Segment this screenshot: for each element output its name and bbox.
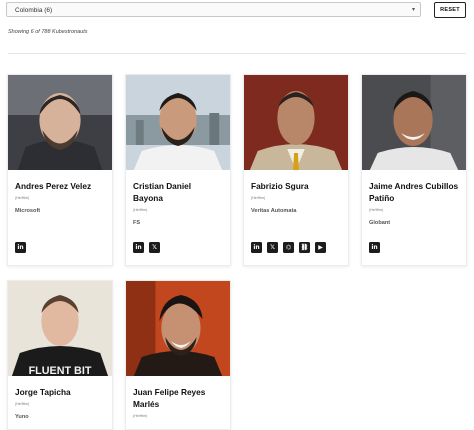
profile-photo [126, 281, 230, 376]
profile-card[interactable]: Fabrizio Sgura (He/Him) Veritas Automata… [243, 74, 349, 266]
profile-card[interactable]: Andres Perez Velez (He/Him) Microsoft in [7, 74, 113, 266]
results-count: Showing 6 of 788 Kubestronauts [8, 29, 88, 35]
profile-photo [126, 75, 230, 170]
profile-company: Yuno [15, 414, 29, 420]
shirt-text: FLUENT BIT [29, 365, 92, 376]
linkedin-icon[interactable]: in [133, 242, 144, 253]
profile-photo [8, 75, 112, 170]
linkedin-icon[interactable]: in [15, 242, 26, 253]
country-filter-value: Colombia (6) [15, 7, 53, 14]
profile-name: Cristian Daniel Bayona [133, 181, 192, 203]
youtube-icon[interactable]: ▶ [315, 242, 326, 253]
profile-card[interactable]: Jaime Andres Cubillos Patiño (He/Him) Gl… [361, 74, 467, 266]
profile-company: FS [133, 220, 141, 226]
profile-company: Veritas Automata [251, 208, 297, 214]
link-icon[interactable]: ⛓ [299, 242, 310, 253]
profile-pronouns: (He/Him) [15, 196, 30, 200]
profile-card[interactable]: FLUENT BIT Jorge Tapicha (He/Him) Yuno [7, 280, 113, 430]
profile-card[interactable]: Juan Felipe Reyes Marlés (He/Him) [125, 280, 231, 430]
x-twitter-icon[interactable]: 𝕏 [149, 242, 160, 253]
profile-pronouns: (He/Him) [369, 208, 384, 212]
profile-photo: FLUENT BIT [8, 281, 112, 376]
profile-pronouns: (He/Him) [15, 402, 30, 406]
linkedin-icon[interactable]: in [369, 242, 380, 253]
chevron-down-icon: ▾ [411, 7, 415, 13]
profile-card[interactable]: Cristian Daniel Bayona (He/Him) FS in 𝕏 [125, 74, 231, 266]
reset-button[interactable]: RESET [434, 2, 466, 18]
profile-name: Jorge Tapicha [15, 387, 71, 397]
profile-company: Microsoft [15, 208, 41, 214]
profile-photo [362, 75, 466, 170]
profile-pronouns: (He/Him) [251, 196, 266, 200]
x-twitter-icon[interactable]: 𝕏 [267, 242, 278, 253]
linkedin-icon[interactable]: in [251, 242, 262, 253]
profile-name: Fabrizio Sgura [251, 181, 309, 191]
github-icon[interactable]: ⌬ [283, 242, 294, 253]
divider [8, 53, 466, 54]
profile-name: Jaime Andres Cubillos Patiño [369, 181, 459, 203]
profile-photo [244, 75, 348, 170]
profile-company: Globant [369, 220, 391, 226]
profile-pronouns: (He/Him) [133, 208, 148, 212]
country-filter-select[interactable]: Colombia (6) ▾ [6, 2, 421, 17]
profile-pronouns: (He/Him) [133, 414, 148, 418]
profile-name: Juan Felipe Reyes Marlés [133, 387, 206, 409]
profile-name: Andres Perez Velez [15, 181, 92, 191]
